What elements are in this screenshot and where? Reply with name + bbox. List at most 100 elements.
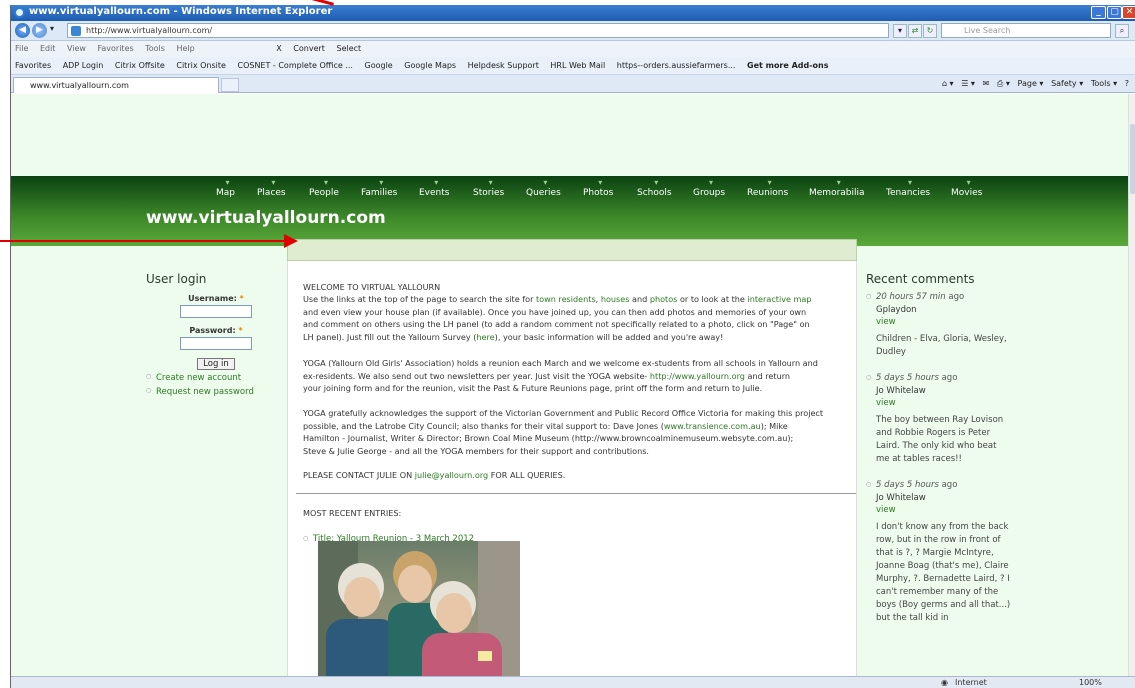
user-login-block: User login Username: * Password: * Log i… xyxy=(146,272,286,397)
fav-citrix-offsite[interactable]: Citrix Offsite xyxy=(115,61,165,70)
mail-icon[interactable]: ✉ xyxy=(983,79,990,88)
close-button[interactable]: ✕ xyxy=(1122,6,1135,19)
request-password-link[interactable]: Request new password xyxy=(146,387,286,397)
survey-link[interactable]: here xyxy=(476,332,494,342)
convert-button[interactable]: Convert xyxy=(293,44,325,53)
menu-favorites[interactable]: Favorites xyxy=(98,44,134,53)
comment-view-link[interactable]: view xyxy=(866,398,1011,408)
url-dropdown-icon[interactable]: ▾ xyxy=(893,24,907,38)
fav-aussiefarmers[interactable]: https--orders.aussiefarmers... xyxy=(617,61,736,70)
browser-window: www.virtualyallourn.com - Windows Intern… xyxy=(10,5,1135,688)
transience-link[interactable]: www.transience.com.au xyxy=(664,421,761,431)
scrollbar-thumb[interactable] xyxy=(1130,124,1135,194)
comment-time-link[interactable]: 20 hours 57 min xyxy=(876,292,946,302)
create-account-link[interactable]: Create new account xyxy=(146,373,286,383)
select-button[interactable]: Select xyxy=(336,44,361,53)
login-heading: User login xyxy=(146,272,207,286)
new-tab-button[interactable] xyxy=(221,78,239,92)
menu-bar: File Edit View Favorites Tools Help X Co… xyxy=(11,41,1135,57)
zoom-level[interactable]: 100% xyxy=(1079,678,1102,687)
nav-map[interactable]: Map xyxy=(216,178,235,198)
login-button[interactable]: Log in xyxy=(197,358,235,370)
home-icon[interactable]: ⌂ xyxy=(942,79,947,88)
ie-logo-icon xyxy=(14,7,25,18)
comment-author: Jo Whitelaw xyxy=(876,493,926,503)
username-label: Username: * xyxy=(188,294,244,303)
menu-view[interactable]: View xyxy=(67,44,86,53)
minimize-button[interactable]: _ xyxy=(1091,6,1106,19)
tools-menu[interactable]: Tools xyxy=(1091,79,1111,88)
search-icon[interactable]: ⌕ xyxy=(1115,24,1129,38)
page-menu[interactable]: Page xyxy=(1018,79,1037,88)
comment-body: I don't know any from the back row, but … xyxy=(876,522,1011,623)
fav-helpdesk[interactable]: Helpdesk Support xyxy=(468,61,539,70)
feeds-icon[interactable]: ☰ xyxy=(961,79,968,88)
back-button[interactable]: ◀ xyxy=(15,23,30,38)
help-icon[interactable]: ? xyxy=(1125,79,1129,88)
comment-time-link[interactable]: 5 days 5 hours xyxy=(876,480,939,490)
menu-edit[interactable]: Edit xyxy=(40,44,56,53)
compatibility-icon[interactable]: ⇄ xyxy=(908,24,922,38)
email-link[interactable]: julie@yallourn.org xyxy=(415,470,488,480)
nav-tenancies[interactable]: Tenancies xyxy=(886,178,930,198)
welcome-heading: WELCOME TO VIRTUAL YALLOURN xyxy=(303,282,441,292)
nav-photos[interactable]: Photos xyxy=(583,178,613,198)
comment-body: The boy between Ray Lovison and Robbie R… xyxy=(876,415,1004,464)
nav-groups[interactable]: Groups xyxy=(693,178,725,198)
security-zone: Internet xyxy=(955,678,987,687)
fav-google[interactable]: Google xyxy=(365,61,393,70)
nav-memorabilia[interactable]: Memorabilia xyxy=(809,178,865,198)
fav-hrl-web-mail[interactable]: HRL Web Mail xyxy=(550,61,605,70)
nav-people[interactable]: People xyxy=(309,178,339,198)
favorites-bar: Favorites ADP Login Citrix Offsite Citri… xyxy=(11,57,1135,75)
nav-schools[interactable]: Schools xyxy=(637,178,672,198)
fav-citrix-onsite[interactable]: Citrix Onsite xyxy=(176,61,226,70)
refresh-icon[interactable]: ↻ xyxy=(923,24,937,38)
menu-file[interactable]: File xyxy=(15,44,28,53)
tab-label: www.virtualyallourn.com xyxy=(30,81,129,90)
tab-current[interactable]: www.virtualyallourn.com xyxy=(13,77,219,93)
vertical-scrollbar[interactable] xyxy=(1128,94,1135,676)
fav-cosnet[interactable]: COSNET - Complete Office ... xyxy=(237,61,352,70)
interactive-map-link[interactable]: interactive map xyxy=(748,294,812,304)
forward-button[interactable]: ▶ xyxy=(32,23,47,38)
fav-adp-login[interactable]: ADP Login xyxy=(63,61,104,70)
url-input[interactable]: http://www.virtualyallourn.com/ xyxy=(67,23,889,38)
contact-line: PLEASE CONTACT JULIE ON julie@yallourn.o… xyxy=(303,470,566,480)
history-dropdown-icon[interactable]: ▾ xyxy=(50,24,54,33)
password-input[interactable] xyxy=(180,337,252,350)
maximize-button[interactable]: ▢ xyxy=(1107,6,1122,19)
divider xyxy=(296,493,856,494)
nav-families[interactable]: Families xyxy=(361,178,397,198)
town-residents-link[interactable]: town residents xyxy=(536,294,596,304)
nav-stories[interactable]: Stories xyxy=(473,178,504,198)
nav-queries[interactable]: Queries xyxy=(526,178,561,198)
fav-google-maps[interactable]: Google Maps xyxy=(404,61,456,70)
username-input[interactable] xyxy=(180,305,252,318)
nav-events[interactable]: Events xyxy=(419,178,449,198)
site-title[interactable]: www.virtualyallourn.com xyxy=(146,208,386,228)
comment-item: 20 hours 57 min ago Gplaydon view Childr… xyxy=(866,292,1011,359)
fav-get-more-addons[interactable]: Get more Add-ons xyxy=(747,61,829,70)
reunion-photo[interactable] xyxy=(318,541,520,676)
print-icon[interactable]: ⎙ xyxy=(997,79,1003,88)
safety-menu[interactable]: Safety xyxy=(1051,79,1077,88)
nav-places[interactable]: Places xyxy=(257,178,286,198)
menu-tools[interactable]: Tools xyxy=(145,44,165,53)
address-bar: ◀ ▶ ▾ http://www.virtualyallourn.com/ ▾ … xyxy=(11,21,1135,41)
houses-link[interactable]: houses xyxy=(601,294,630,304)
photos-link[interactable]: photos xyxy=(650,294,678,304)
search-input[interactable]: Live Search xyxy=(941,23,1111,38)
yoga-website-link[interactable]: http://www.yallourn.org xyxy=(650,371,745,381)
favorites-button[interactable]: Favorites xyxy=(15,61,51,70)
comment-view-link[interactable]: view xyxy=(866,505,1011,515)
toolbar-close-button[interactable]: X xyxy=(276,44,281,53)
annotation-arrow-left xyxy=(0,240,290,242)
main-content: WELCOME TO VIRTUAL YALLOURN Use the link… xyxy=(287,261,857,676)
nav-reunions[interactable]: Reunions xyxy=(747,178,788,198)
comment-time-link[interactable]: 5 days 5 hours xyxy=(876,373,939,383)
comment-view-link[interactable]: view xyxy=(866,317,1011,327)
nav-movies[interactable]: Movies xyxy=(951,178,982,198)
search-placeholder: Live Search xyxy=(964,26,1011,35)
menu-help[interactable]: Help xyxy=(176,44,194,53)
